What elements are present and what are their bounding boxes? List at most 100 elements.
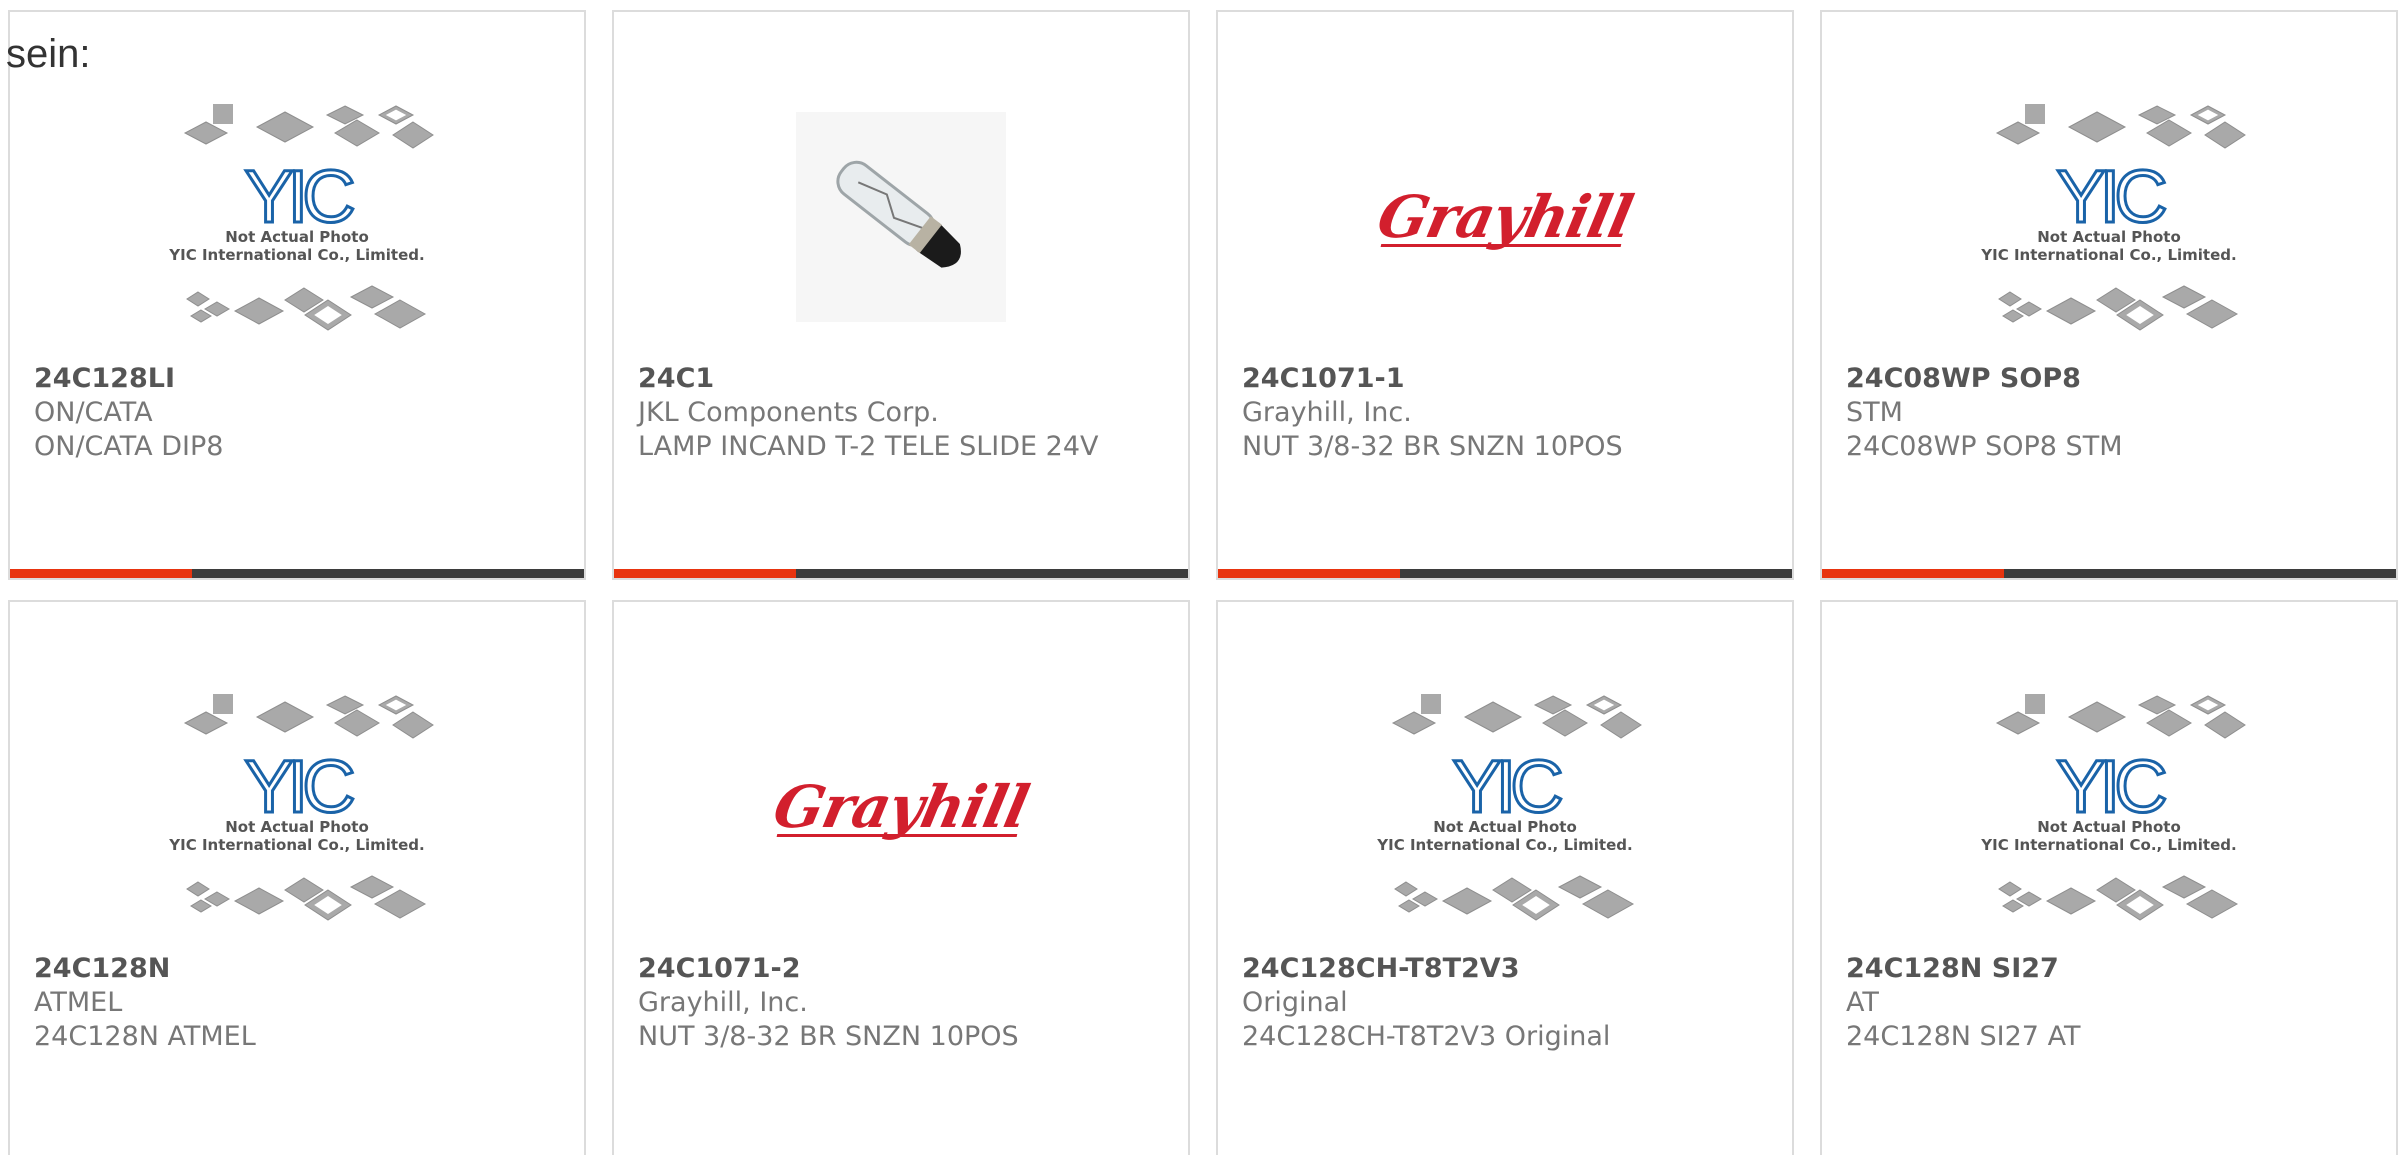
placeholder-caption-1: Not Actual Photo bbox=[225, 228, 369, 246]
card-bottom-bar bbox=[614, 569, 1188, 578]
product-description: 24C128CH-T8T2V3 Original bbox=[1242, 1021, 1611, 1052]
placeholder-caption-1: Not Actual Photo bbox=[2037, 228, 2181, 246]
chip-icon bbox=[1463, 701, 1523, 733]
yic-logo: YIC bbox=[1452, 745, 1561, 828]
not-actual-photo-image: YICNot Actual PhotoYIC International Co.… bbox=[1980, 694, 2246, 921]
placeholder-caption-1: Not Actual Photo bbox=[2037, 818, 2181, 836]
chip-icon bbox=[2146, 119, 2192, 147]
product-card[interactable]: Grayhill 24C1071-2 Grayhill, Inc. NUT 3/8-3… bbox=[612, 600, 1190, 1155]
product-part-number[interactable]: 24C128CH-T8T2V3 bbox=[1242, 952, 1768, 986]
product-manufacturer: Grayhill, Inc. bbox=[638, 987, 808, 1018]
product-image[interactable]: YIC Not Actual Photo YIC International Co.… bbox=[1218, 662, 1792, 952]
placeholder-caption-1: Not Actual Photo bbox=[225, 818, 369, 836]
product-card[interactable]: YIC Not Actual Photo YIC International Co.… bbox=[8, 10, 586, 580]
chip-icon bbox=[373, 889, 427, 919]
not-actual-photo-image: YICNot Actual PhotoYIC International Co.… bbox=[168, 104, 434, 331]
product-description: NUT 3/8-32 BR SNZN 10POS bbox=[1242, 431, 1623, 462]
yic-logo: YIC bbox=[244, 155, 353, 238]
chip-icon bbox=[2067, 111, 2127, 143]
chip-icon bbox=[190, 309, 212, 323]
product-info: 24C1071-2 Grayhill, Inc. NUT 3/8-32 BR SNZ… bbox=[638, 952, 1164, 1054]
placeholder-caption-2: YIC International Co., Limited. bbox=[168, 836, 424, 854]
product-card[interactable]: 24C1 JKL Components Corp. LAMP INCAND T-2 … bbox=[612, 10, 1190, 580]
product-part-number[interactable]: 24C1071-1 bbox=[1242, 362, 1768, 396]
chip-icon bbox=[233, 887, 285, 915]
card-accent-bar bbox=[1218, 569, 1400, 578]
chip-icon bbox=[1585, 695, 1623, 715]
product-card[interactable]: YIC Not Actual Photo YIC International Co.… bbox=[1820, 10, 2398, 580]
not-actual-photo-image: YICNot Actual PhotoYIC International Co.… bbox=[168, 694, 434, 921]
chip-icon bbox=[1391, 711, 1437, 735]
chip-icon bbox=[2002, 899, 2024, 913]
card-bottom-bar bbox=[1822, 569, 2396, 578]
product-description: ON/CATA DIP8 bbox=[34, 431, 224, 462]
card-accent-bar bbox=[10, 569, 192, 578]
product-part-number[interactable]: 24C1071-2 bbox=[638, 952, 1164, 986]
intro-text: sein: bbox=[6, 32, 91, 76]
chip-icon bbox=[2185, 889, 2239, 919]
product-manufacturer: ATMEL bbox=[34, 987, 123, 1018]
placeholder-caption-2: YIC International Co., Limited. bbox=[1376, 836, 1632, 854]
grayhill-logo: Grayhill bbox=[767, 773, 1035, 841]
card-accent-bar bbox=[614, 569, 796, 578]
lamp-photo bbox=[796, 112, 1006, 322]
chip-icon bbox=[1542, 709, 1588, 737]
product-card[interactable]: YIC Not Actual Photo YIC International Co.… bbox=[1216, 600, 1794, 1155]
chip-icon bbox=[2016, 891, 2042, 907]
product-image[interactable]: YIC Not Actual Photo YIC International Co.… bbox=[10, 72, 584, 362]
chip-icon bbox=[349, 875, 395, 899]
chip-icon bbox=[2045, 887, 2097, 915]
chip-icon bbox=[349, 285, 395, 309]
chip-icon bbox=[1998, 291, 2022, 307]
product-part-number[interactable]: 24C128LI bbox=[34, 362, 560, 396]
chip-icon bbox=[1581, 889, 1635, 919]
not-actual-photo-image: YICNot Actual PhotoYIC International Co.… bbox=[1980, 104, 2246, 331]
card-accent-bar bbox=[1822, 569, 2004, 578]
product-part-number[interactable]: 24C1 bbox=[638, 362, 1164, 396]
product-manufacturer: JKL Components Corp. bbox=[638, 397, 939, 428]
placeholder-caption-2: YIC International Co., Limited. bbox=[1980, 836, 2236, 854]
chip-icon bbox=[1995, 121, 2041, 145]
product-image[interactable]: YIC Not Actual Photo YIC International Co.… bbox=[1822, 72, 2396, 362]
product-card[interactable]: Grayhill 24C1071-1 Grayhill, Inc. NUT 3/8-3… bbox=[1216, 10, 1794, 580]
chip-icon bbox=[2002, 309, 2024, 323]
yic-logo: YIC bbox=[244, 745, 353, 828]
product-description: 24C128N SI27 AT bbox=[1846, 1021, 2081, 1052]
card-bottom-bar bbox=[10, 569, 584, 578]
chip-icon bbox=[2161, 875, 2207, 899]
yic-logo: YIC bbox=[2056, 155, 2165, 238]
grayhill-logo: Grayhill bbox=[1371, 183, 1639, 251]
chip-icon bbox=[2067, 701, 2127, 733]
chip-icon bbox=[2204, 121, 2246, 149]
product-info: 24C1 JKL Components Corp. LAMP INCAND T-2 … bbox=[638, 362, 1164, 464]
product-image[interactable]: YIC Not Actual Photo YIC International Co.… bbox=[1822, 662, 2396, 952]
product-grid-page: sein: YIC Not Actual Photo YIC Internation… bbox=[0, 0, 2400, 1155]
product-card[interactable]: YIC Not Actual Photo YIC International Co.… bbox=[1820, 600, 2398, 1155]
product-image[interactable]: Grayhill bbox=[1218, 72, 1792, 362]
chip-icon bbox=[255, 111, 315, 143]
chip-icon bbox=[183, 711, 229, 735]
product-image[interactable] bbox=[614, 72, 1188, 362]
product-description: NUT 3/8-32 BR SNZN 10POS bbox=[638, 1021, 1019, 1052]
product-part-number[interactable]: 24C128N SI27 bbox=[1846, 952, 2372, 986]
chip-icon bbox=[2189, 695, 2227, 715]
placeholder-caption-1: Not Actual Photo bbox=[1433, 818, 1577, 836]
product-info: 24C1071-1 Grayhill, Inc. NUT 3/8-32 BR SNZ… bbox=[1242, 362, 1768, 464]
product-card[interactable]: YIC Not Actual Photo YIC International Co.… bbox=[8, 600, 586, 1155]
chip-icon bbox=[204, 301, 230, 317]
card-bottom-bar bbox=[1218, 569, 1792, 578]
chip-icon bbox=[233, 297, 285, 325]
chip-icon bbox=[1412, 891, 1438, 907]
product-image[interactable]: Grayhill bbox=[614, 662, 1188, 952]
product-info: 24C128CH-T8T2V3 Original 24C128CH-T8T2V3 O… bbox=[1242, 952, 1768, 1054]
chip-icon bbox=[334, 119, 380, 147]
product-manufacturer: AT bbox=[1846, 987, 1879, 1018]
product-image[interactable]: YIC Not Actual Photo YIC International Co.… bbox=[10, 662, 584, 952]
chip-icon bbox=[373, 299, 427, 329]
placeholder-caption-2: YIC International Co., Limited. bbox=[1980, 246, 2236, 264]
product-info: 24C128N ATMEL 24C128N ATMEL bbox=[34, 952, 560, 1054]
product-part-number[interactable]: 24C128N bbox=[34, 952, 560, 986]
chip-icon bbox=[2189, 105, 2227, 125]
chip-icon bbox=[1421, 694, 1441, 714]
product-part-number[interactable]: 24C08WP SOP8 bbox=[1846, 362, 2372, 396]
